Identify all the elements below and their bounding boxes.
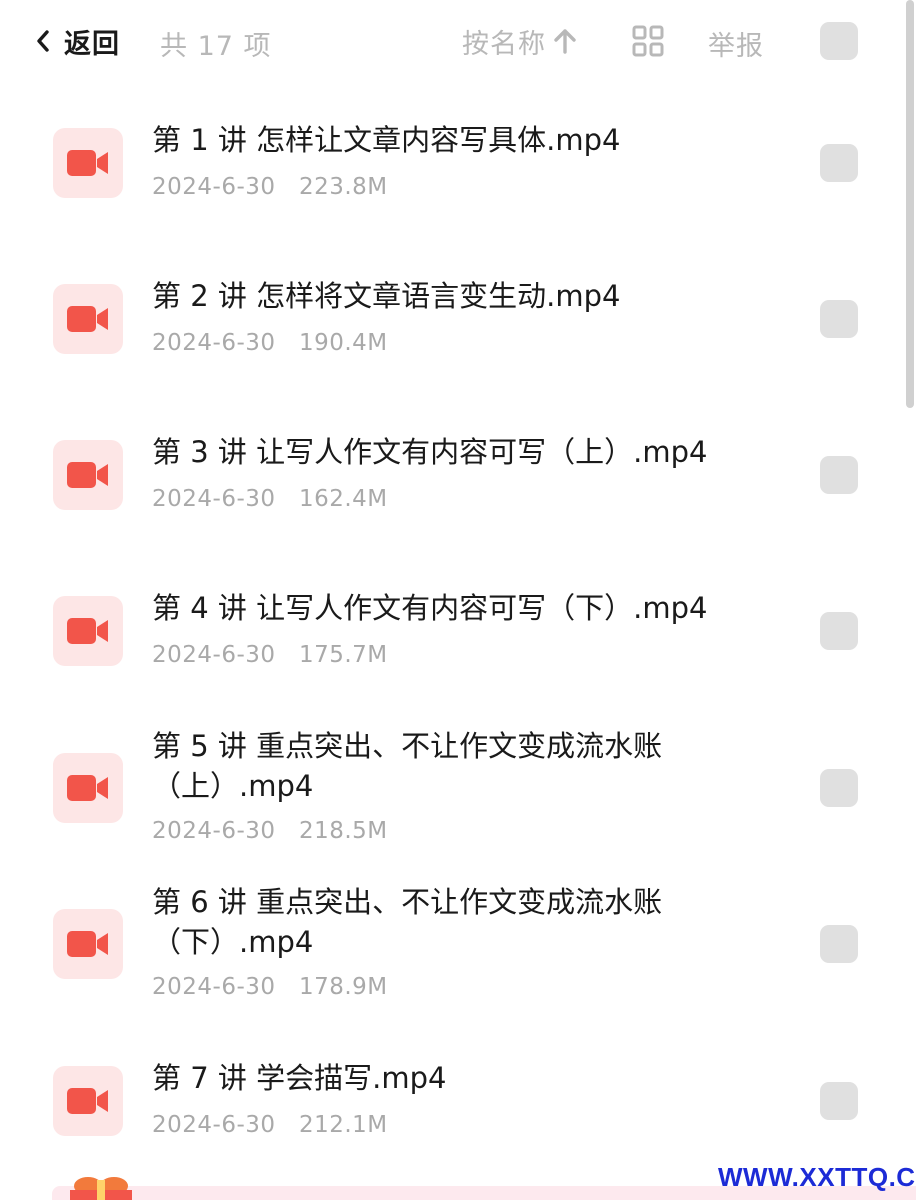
file-name: 第 3 讲 让写人作文有内容可写（上）.mp4 bbox=[152, 435, 708, 469]
file-item[interactable]: 第 3 讲 让写人作文有内容可写（上）.mp4 2024-6-30 162.4M bbox=[0, 412, 880, 542]
file-meta: 2024-6-30 190.4M bbox=[152, 330, 388, 356]
file-name: 第 7 讲 学会描写.mp4 bbox=[152, 1061, 447, 1095]
file-meta: 2024-6-30 212.1M bbox=[152, 1112, 388, 1138]
file-meta: 2024-6-30 162.4M bbox=[152, 486, 388, 512]
video-file-icon bbox=[53, 753, 123, 823]
file-meta: 2024-6-30 223.8M bbox=[152, 174, 388, 200]
arrow-up-icon bbox=[554, 29, 576, 54]
back-button[interactable]: 返回 bbox=[36, 20, 120, 62]
report-button[interactable]: 举报 bbox=[708, 24, 764, 63]
file-checkbox[interactable] bbox=[820, 612, 858, 650]
file-checkbox[interactable] bbox=[820, 925, 858, 963]
scrollbar[interactable] bbox=[906, 0, 914, 408]
video-file-icon bbox=[53, 1066, 123, 1136]
chevron-left-icon bbox=[37, 30, 49, 52]
back-label: 返回 bbox=[64, 28, 120, 60]
file-checkbox[interactable] bbox=[820, 144, 858, 182]
file-name: 第 2 讲 怎样将文章语言变生动.mp4 bbox=[152, 279, 621, 313]
file-name: 第 1 讲 怎样让文章内容写具体.mp4 bbox=[152, 123, 621, 157]
video-file-icon bbox=[53, 440, 123, 510]
sort-by-name-button[interactable]: 按名称 bbox=[462, 22, 576, 60]
file-name: 第 6 讲 重点突出、不让作文变成流水账（下）.mp4 bbox=[152, 885, 663, 959]
sort-label: 按名称 bbox=[462, 28, 546, 60]
file-checkbox[interactable] bbox=[820, 456, 858, 494]
file-item[interactable]: 第 4 讲 让写人作文有内容可写（下）.mp4 2024-6-30 175.7M bbox=[0, 568, 880, 698]
top-bar: 返回 共 17 项 按名称 举报 bbox=[0, 0, 916, 82]
file-item[interactable]: 第 6 讲 重点突出、不让作文变成流水账（下）.mp4 2024-6-30 17… bbox=[0, 878, 880, 1014]
file-item[interactable]: 第 5 讲 重点突出、不让作文变成流水账（上）.mp4 2024-6-30 21… bbox=[0, 722, 880, 858]
file-item[interactable]: 第 1 讲 怎样让文章内容写具体.mp4 2024-6-30 223.8M bbox=[0, 100, 880, 230]
file-meta: 2024-6-30 175.7M bbox=[152, 642, 388, 668]
file-name: 第 4 讲 让写人作文有内容可写（下）.mp4 bbox=[152, 591, 708, 625]
video-file-icon bbox=[53, 596, 123, 666]
file-checkbox[interactable] bbox=[820, 300, 858, 338]
video-file-icon bbox=[53, 128, 123, 198]
file-meta: 2024-6-30 218.5M bbox=[152, 818, 388, 844]
video-file-icon bbox=[53, 284, 123, 354]
gift-icon bbox=[70, 1177, 132, 1200]
watermark: WWW.XXTTQ.COM bbox=[718, 1162, 916, 1192]
item-count: 共 17 项 bbox=[160, 31, 272, 62]
file-checkbox[interactable] bbox=[820, 769, 858, 807]
file-meta: 2024-6-30 178.9M bbox=[152, 974, 388, 1000]
file-name: 第 5 讲 重点突出、不让作文变成流水账（上）.mp4 bbox=[152, 729, 663, 803]
file-checkbox[interactable] bbox=[820, 1082, 858, 1120]
grid-view-icon[interactable] bbox=[632, 25, 664, 57]
select-all-checkbox[interactable] bbox=[820, 22, 858, 60]
video-file-icon bbox=[53, 909, 123, 979]
file-item[interactable]: 第 7 讲 学会描写.mp4 2024-6-30 212.1M bbox=[0, 1038, 880, 1168]
file-item[interactable]: 第 2 讲 怎样将文章语言变生动.mp4 2024-6-30 190.4M bbox=[0, 256, 880, 386]
